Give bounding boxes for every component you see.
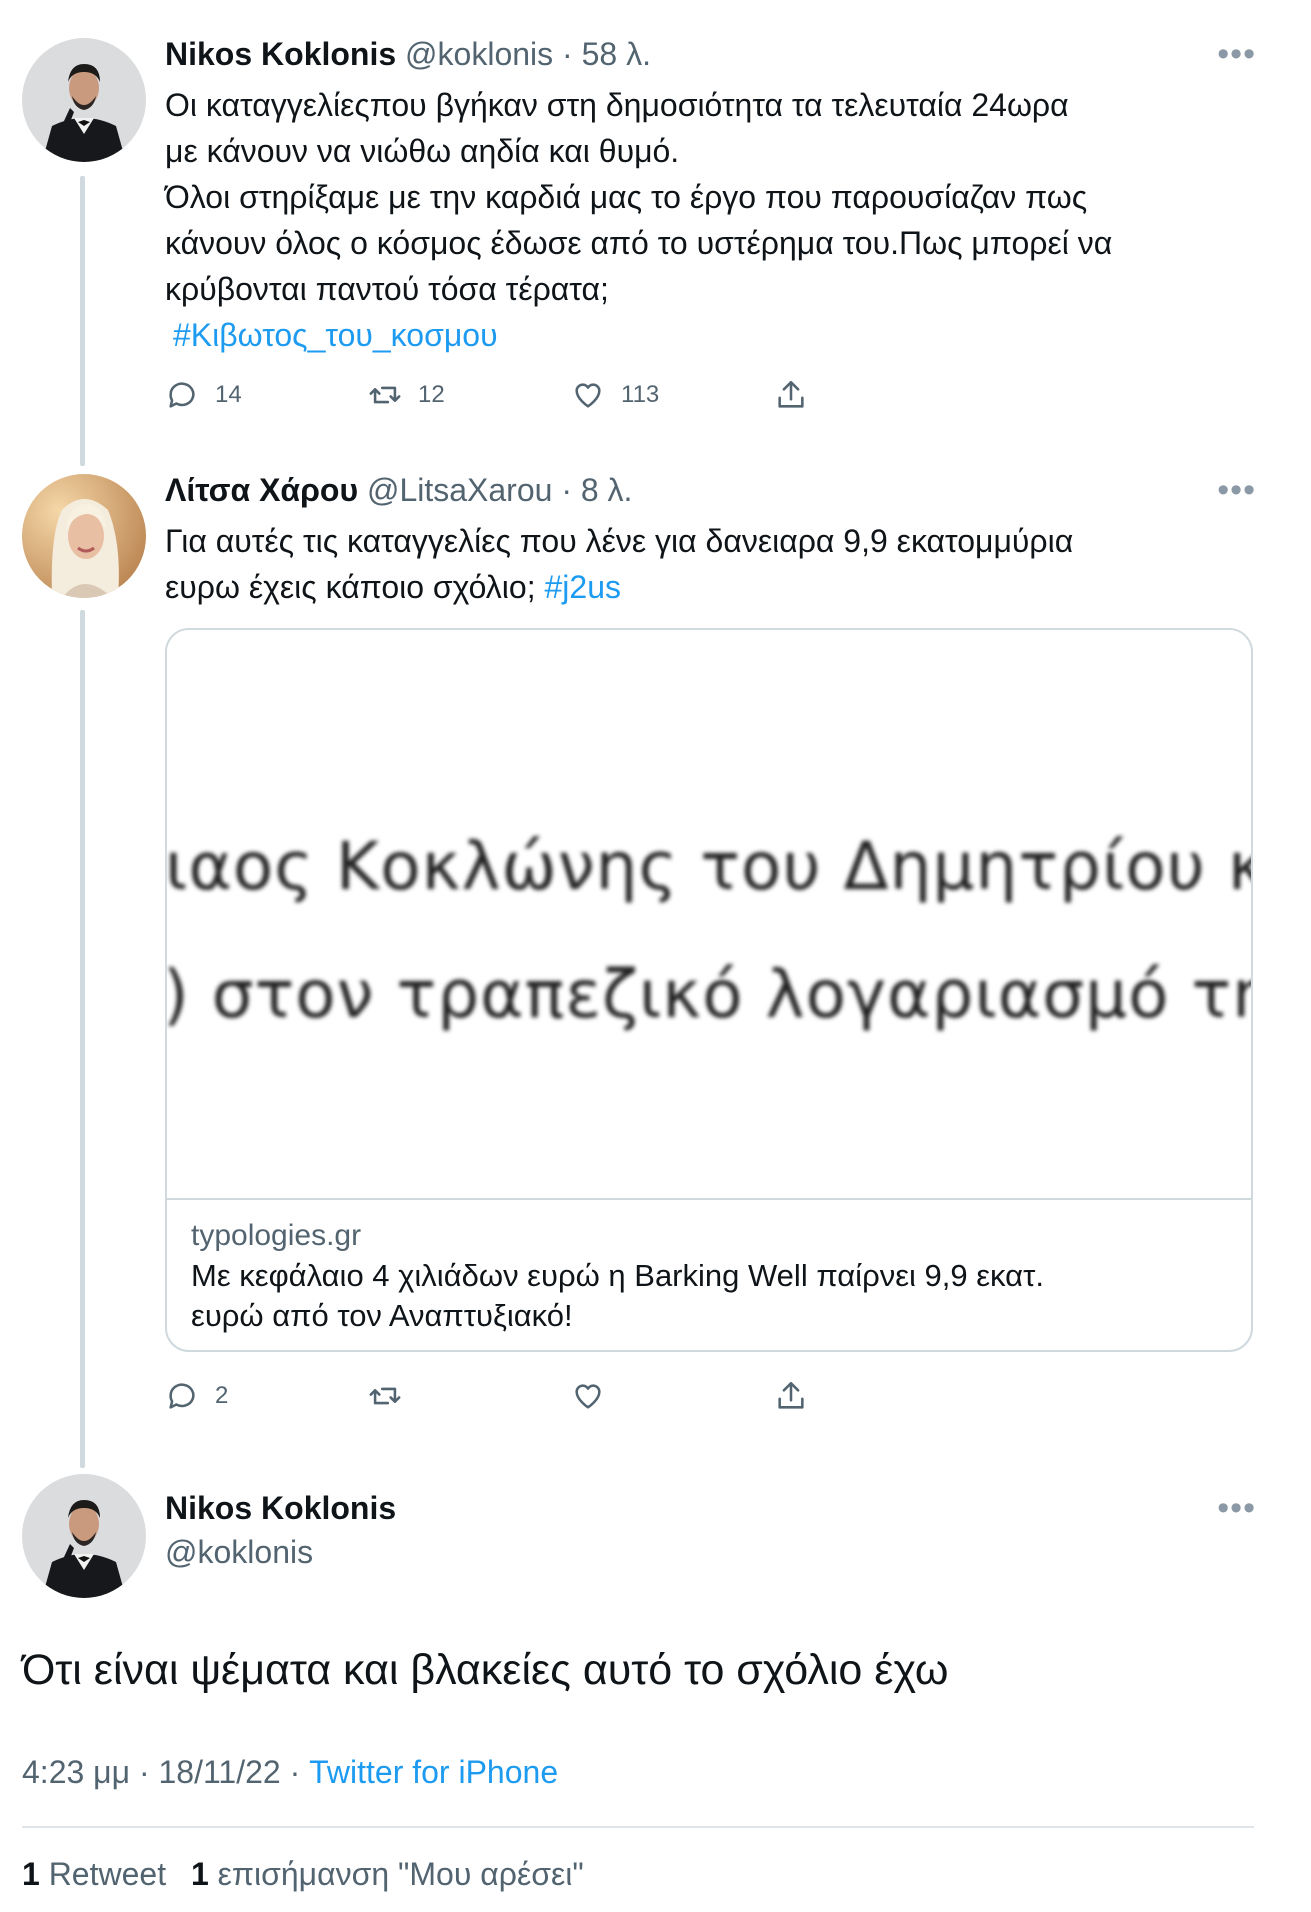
author-name[interactable]: Nikos Koklonis <box>165 36 396 72</box>
tweet-timestamp: 4:23 μμ · 18/11/22 · Twitter for iPhone <box>22 1752 558 1792</box>
card-title: ευρώ από τον Αναπτυξιακό! <box>191 1298 573 1333</box>
tweet-time[interactable]: · 8 λ. <box>561 472 632 508</box>
tweet-text-line: Για αυτές τις καταγγελίες που λένε για δ… <box>165 523 1074 559</box>
avatar-image-koklonis <box>22 38 146 162</box>
tweet-text-line: ευρω έχεις κάποιο σχόλιο; <box>165 569 545 605</box>
tweet-thread: Nikos Koklonis @koklonis · 58 λ. ••• Οι … <box>0 0 1311 1912</box>
author-name[interactable]: Nikos Koklonis <box>165 1488 396 1528</box>
hashtag-link[interactable]: #Κιβωτος_του_κοσμου <box>173 317 498 353</box>
card-image: ιαος Κοκλώνης του Δημητρίου κατέβ ) στον… <box>167 630 1251 1198</box>
avatar[interactable] <box>22 1474 146 1598</box>
tweet-stats: 1 Retweet 1 επισήμανση "Μου αρέσει" <box>22 1854 600 1894</box>
main-tweet-text: Ότι είναι ψέματα και βλακείες αυτό το σχ… <box>22 1646 949 1694</box>
tweet-text-line: Όλοι στηρίξαμε με την καρδιά μας το έργο… <box>165 179 1088 215</box>
more-dots-icon[interactable]: ••• <box>1217 37 1256 71</box>
tweet-text-line: κάνουν όλος ο κόσμος έδωσε από το υστέρη… <box>165 225 1113 261</box>
retweet-button[interactable]: 12 <box>368 378 571 412</box>
tweet-actions: 2 <box>165 1376 834 1416</box>
retweet-total: 1 <box>22 1856 40 1892</box>
card-meta: typologies.gr Με κεφάλαιο 4 χιλιάδων ευρ… <box>167 1198 1251 1350</box>
heart-icon <box>575 1384 601 1409</box>
share-button[interactable] <box>774 1379 834 1413</box>
reply-button[interactable]: 2 <box>165 1379 368 1413</box>
share-icon <box>778 1381 804 1409</box>
share-button[interactable] <box>774 378 834 412</box>
tweet-time[interactable]: · 58 λ. <box>562 36 651 72</box>
heart-icon <box>575 383 601 408</box>
retweet-button[interactable] <box>368 1379 571 1413</box>
retweet-count: 12 <box>418 381 445 408</box>
tweet-actions: 14 12 113 <box>165 375 834 415</box>
card-image-text: ) στον τραπεζικό λογαριασμό της εται <box>167 956 1251 1033</box>
more-dots-icon[interactable]: ••• <box>1217 473 1256 507</box>
card-title: Με κεφάλαιο 4 χιλιάδων ευρώ η Barking We… <box>191 1258 1044 1293</box>
tweet-text-line: με κάνουν να νιώθω αηδία και θυμό. <box>165 133 680 169</box>
reply-icon <box>169 1383 195 1409</box>
retweet-icon <box>369 386 401 404</box>
like-label: επισήμανση "Μου αρέσει" <box>208 1856 584 1892</box>
tweet-text-line: Οι καταγγελίεςπου βγήκαν στη δημοσιότητα… <box>165 87 1069 123</box>
author-handle[interactable]: @koklonis <box>165 1532 313 1572</box>
more-dots-icon[interactable]: ••• <box>1217 1491 1256 1525</box>
tweet-text: Οι καταγγελίεςπου βγήκαν στη δημοσιότητα… <box>165 82 1245 358</box>
retweet-icon <box>369 1387 401 1405</box>
avatar-image-koklonis <box>22 1474 146 1598</box>
reply-count: 14 <box>215 381 242 408</box>
share-icon <box>778 380 804 408</box>
divider <box>22 1826 1254 1828</box>
author-handle[interactable]: @koklonis <box>405 36 553 72</box>
retweets-stat[interactable]: 1 Retweet <box>22 1856 166 1892</box>
link-preview-card[interactable]: ιαος Κοκλώνης του Δημητρίου κατέβ ) στον… <box>165 628 1253 1352</box>
hashtag-link[interactable]: #j2us <box>544 569 621 605</box>
avatar[interactable] <box>22 474 146 598</box>
likes-stat[interactable]: 1 επισήμανση "Μου αρέσει" <box>191 1856 584 1892</box>
tweet-source-link[interactable]: Twitter for iPhone <box>309 1754 558 1790</box>
tweet-time[interactable]: 4:23 μμ · 18/11/22 · <box>22 1754 309 1790</box>
avatar-image-litsa <box>22 474 146 598</box>
like-total: 1 <box>190 1856 209 1892</box>
author-handle[interactable]: @LitsaXarou <box>367 472 552 508</box>
reply-button[interactable]: 14 <box>165 378 368 412</box>
tweet-header: Λίτσα Χάρου @LitsaXarou · 8 λ. <box>165 470 632 510</box>
like-button[interactable] <box>571 1379 774 1413</box>
like-count: 113 <box>621 381 660 408</box>
retweet-label: Retweet <box>39 1856 167 1892</box>
card-domain: typologies.gr <box>191 1219 362 1252</box>
reply-count: 2 <box>215 1382 229 1409</box>
tweet-text-line: κρύβονται παντού τόσα τέρατα; <box>165 271 609 307</box>
card-image-text: ιαος Κοκλώνης του Δημητρίου κατέβ <box>167 828 1251 905</box>
author-name[interactable]: Λίτσα Χάρου <box>165 472 358 508</box>
tweet-text: Για αυτές τις καταγγελίες που λένε για δ… <box>165 518 1245 610</box>
thread-connector <box>80 176 85 466</box>
reply-icon <box>169 382 195 408</box>
like-button[interactable]: 113 <box>571 378 774 412</box>
avatar[interactable] <box>22 38 146 162</box>
tweet-header: Nikos Koklonis @koklonis · 58 λ. <box>165 34 651 74</box>
thread-connector <box>80 610 85 1468</box>
